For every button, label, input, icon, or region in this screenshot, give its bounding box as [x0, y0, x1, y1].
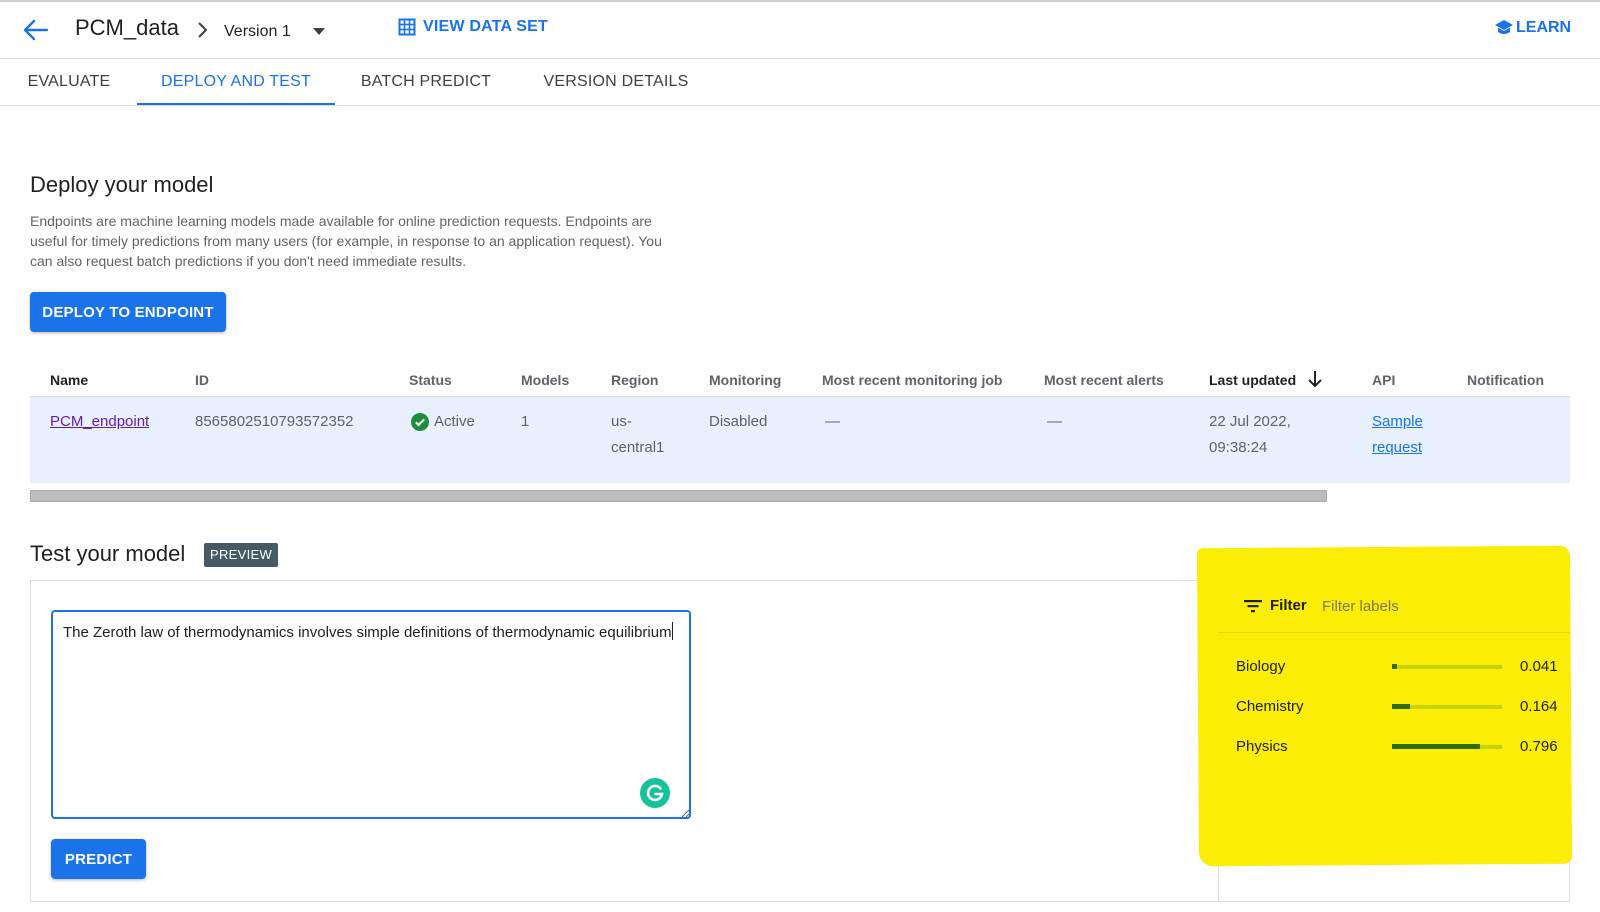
- learn-button[interactable]: LEARN: [1494, 19, 1571, 37]
- label-score: 0.041: [1520, 658, 1558, 675]
- deploy-title: Deploy your model: [30, 172, 214, 197]
- tab-bar: EVALUATE DEPLOY AND TEST BATCH PREDICT V…: [0, 59, 1600, 106]
- column-header-id: ID: [195, 372, 209, 388]
- tab-batch-predict[interactable]: BATCH PREDICT: [352, 59, 500, 105]
- predict-button[interactable]: PREDICT: [51, 839, 146, 879]
- score-bar-track: [1392, 664, 1502, 669]
- school-icon: [1495, 20, 1513, 34]
- updated-line-1: 22 Jul 2022,: [1209, 413, 1291, 430]
- endpoint-status: Active: [411, 409, 475, 435]
- tab-version-details[interactable]: VERSION DETAILS: [533, 59, 699, 105]
- grammarly-icon[interactable]: [640, 778, 670, 808]
- text-cursor: [671, 622, 673, 640]
- table-row: PCM_endpoint 8565802510793572352 Active …: [30, 397, 1570, 483]
- score-bar-track: [1392, 704, 1502, 709]
- column-header-models: Models: [521, 372, 570, 388]
- horizontal-scrollbar[interactable]: [30, 490, 1327, 502]
- back-arrow-icon[interactable]: [20, 16, 50, 44]
- page-header: PCM_data Version 1 VIEW DATA SET LEARN: [0, 2, 1600, 59]
- learn-label: LEARN: [1516, 19, 1572, 36]
- api-line-1: Sample: [1372, 413, 1423, 430]
- resize-handle-icon[interactable]: [681, 809, 690, 818]
- status-text: Active: [434, 413, 475, 430]
- label-score: 0.164: [1520, 698, 1558, 715]
- filter-labels-input[interactable]: [1322, 593, 1522, 619]
- column-header-recent-job: Most recent monitoring job: [822, 372, 1003, 388]
- check-circle-icon: [411, 413, 429, 431]
- column-header-recent-alerts: Most recent alerts: [1044, 372, 1164, 388]
- label-row-biology: Biology 0.041: [1236, 656, 1566, 680]
- filter-bar: Filter: [1218, 580, 1570, 633]
- filter-icon[interactable]: [1244, 599, 1262, 613]
- updated-line-2: 09:38:24: [1209, 439, 1268, 456]
- table-header: Name ID Status Models Region Monitoring …: [30, 362, 1570, 397]
- endpoint-last-updated: 22 Jul 2022, 09:38:24: [1209, 409, 1291, 461]
- label-name: Biology: [1236, 658, 1286, 675]
- sort-descending-icon[interactable]: [1307, 369, 1323, 389]
- deploy-description: Endpoints are machine learning models ma…: [30, 213, 662, 269]
- test-title: Test your model: [30, 541, 186, 566]
- endpoint-name-link[interactable]: PCM_endpoint: [50, 409, 149, 435]
- column-header-notification: Notification: [1467, 372, 1544, 388]
- score-bar-track: [1392, 744, 1502, 749]
- caret-down-icon: [312, 28, 325, 35]
- api-line-2: request: [1372, 439, 1423, 456]
- endpoint-id: 8565802510793572352: [195, 413, 354, 430]
- preview-badge: PREVIEW: [204, 543, 279, 567]
- deploy-to-endpoint-button[interactable]: DEPLOY TO ENDPOINT: [30, 292, 226, 332]
- tab-deploy-and-test[interactable]: DEPLOY AND TEST: [137, 59, 335, 105]
- column-header-last-updated[interactable]: Last updated: [1209, 372, 1296, 388]
- score-bar-fill: [1392, 704, 1411, 709]
- view-dataset-label: VIEW DATA SET: [423, 18, 548, 35]
- endpoint-models: 1: [521, 413, 530, 430]
- column-header-region: Region: [611, 372, 659, 388]
- column-header-api: API: [1372, 372, 1396, 388]
- input-text: The Zeroth law of thermodynamics involve…: [63, 624, 672, 641]
- endpoint-region: us- central1: [611, 409, 664, 461]
- endpoint-recent-alerts: —: [1047, 413, 1062, 430]
- column-header-status: Status: [409, 372, 452, 388]
- prediction-text-input[interactable]: The Zeroth law of thermodynamics involve…: [51, 610, 691, 819]
- endpoint-recent-job: —: [825, 413, 840, 430]
- label-name: Chemistry: [1236, 698, 1304, 715]
- endpoints-table: Name ID Status Models Region Monitoring …: [30, 362, 1570, 483]
- version-dropdown[interactable]: Version 1: [224, 20, 325, 44]
- view-dataset-button[interactable]: VIEW DATA SET: [398, 18, 548, 36]
- model-name: PCM_data: [75, 15, 179, 40]
- label-row-chemistry: Chemistry 0.164: [1236, 696, 1566, 720]
- filter-label: Filter: [1270, 597, 1307, 614]
- version-label: Version 1: [224, 23, 291, 40]
- table-grid-icon: [398, 18, 416, 36]
- region-line-2: central1: [611, 439, 665, 456]
- label-score: 0.796: [1520, 738, 1558, 755]
- label-name: Physics: [1236, 738, 1288, 755]
- score-bar-fill: [1392, 744, 1480, 749]
- column-header-monitoring: Monitoring: [709, 372, 782, 388]
- score-bar-fill: [1392, 664, 1397, 669]
- endpoint-monitoring: Disabled: [709, 413, 768, 430]
- breadcrumb-chevron-icon: [198, 22, 208, 38]
- sample-request-link[interactable]: Sample request: [1372, 409, 1423, 461]
- column-header-name: Name: [50, 372, 89, 388]
- label-row-physics: Physics 0.796: [1236, 736, 1566, 760]
- tab-evaluate[interactable]: EVALUATE: [16, 59, 122, 105]
- region-line-1: us-: [611, 413, 632, 430]
